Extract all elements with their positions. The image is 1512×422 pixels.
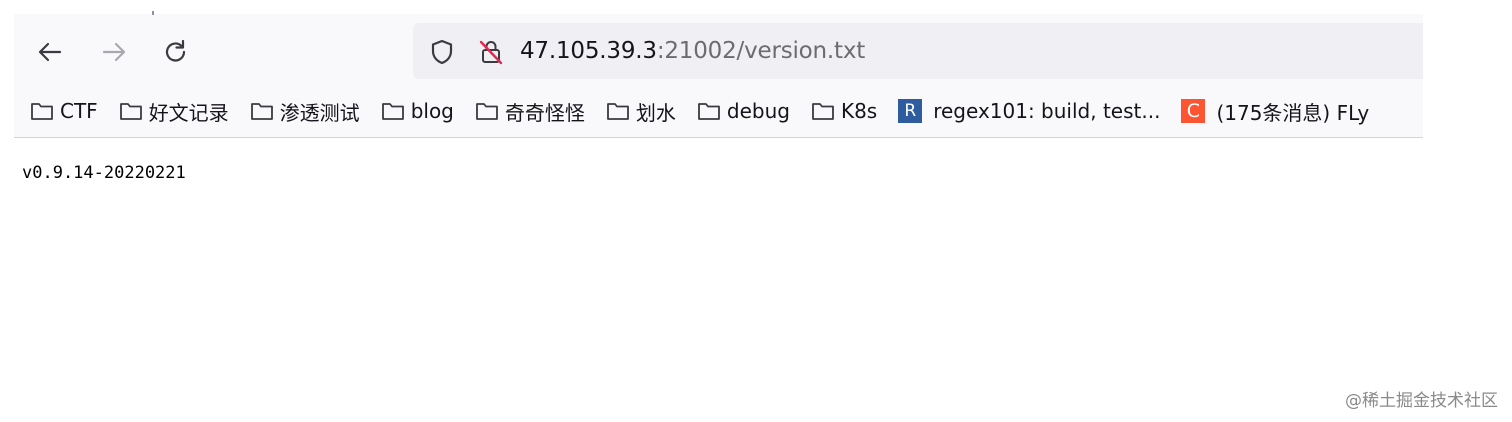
- browser-chrome: 47.105.39.3:21002/version.txt CTF 好文记录 渗…: [14, 0, 1423, 138]
- bookmark-label: regex101: build, test...: [933, 99, 1161, 123]
- folder-icon: [697, 103, 720, 120]
- bookmark-debug[interactable]: debug: [697, 95, 790, 127]
- bookmark-label: 好文记录: [148, 100, 229, 125]
- folder-icon: [381, 103, 404, 120]
- version-text: v0.9.14-20220221: [22, 163, 186, 183]
- tab-strip: [14, 0, 1423, 15]
- arrow-left-icon: [38, 42, 62, 62]
- bookmark-label: CTF: [60, 99, 98, 123]
- folder-icon: [250, 103, 273, 120]
- bookmark-csdn[interactable]: C (175条消息) FLy: [1181, 95, 1369, 127]
- forward-button[interactable]: [96, 34, 132, 70]
- bookmark-label: 划水: [635, 100, 676, 125]
- bookmark-label: 奇奇怪怪: [504, 100, 585, 125]
- folder-icon: [119, 103, 142, 120]
- folder-icon: [475, 103, 498, 120]
- regex101-favicon-icon: R: [898, 99, 923, 123]
- insecure-lock-icon[interactable]: [477, 38, 505, 66]
- bookmark-label: debug: [726, 99, 790, 123]
- tracking-protection-shield-icon[interactable]: [428, 38, 456, 66]
- watermark: @稀土掘金技术社区: [1345, 391, 1498, 411]
- bookmark-label: 渗透测试: [279, 100, 360, 125]
- bookmark-label: K8s: [840, 99, 878, 123]
- bookmark-pentest[interactable]: 渗透测试: [250, 95, 360, 127]
- bookmarks-toolbar: CTF 好文记录 渗透测试 blog 奇奇怪怪 划水 debug K8s R r…: [14, 92, 1423, 130]
- url-text[interactable]: 47.105.39.3:21002/version.txt: [520, 37, 865, 65]
- bookmark-blog[interactable]: blog: [381, 95, 454, 127]
- url-path: :21002/version.txt: [656, 38, 866, 64]
- folder-icon: [31, 103, 53, 120]
- bookmark-slack[interactable]: 划水: [606, 95, 676, 127]
- back-button[interactable]: [32, 34, 68, 70]
- reload-button[interactable]: [158, 34, 194, 70]
- csdn-favicon-icon: C: [1181, 99, 1206, 123]
- folder-icon: [606, 103, 629, 120]
- url-host: 47.105.39.3: [520, 38, 657, 64]
- tab-strip-edge: [152, 11, 154, 15]
- bookmark-k8s[interactable]: K8s: [811, 95, 877, 127]
- arrow-right-icon: [102, 42, 126, 62]
- folder-icon: [812, 103, 834, 120]
- bookmark-articles[interactable]: 好文记录: [119, 95, 229, 127]
- bookmark-ctf[interactable]: CTF: [30, 95, 98, 127]
- bookmark-regex101[interactable]: R regex101: build, test...: [898, 95, 1160, 127]
- bookmark-misc[interactable]: 奇奇怪怪: [475, 95, 585, 127]
- bookmark-label: (175条消息) FLy: [1216, 100, 1370, 125]
- address-bar[interactable]: 47.105.39.3:21002/version.txt: [413, 23, 1423, 79]
- reload-icon: [165, 39, 186, 62]
- bookmark-label: blog: [410, 99, 454, 123]
